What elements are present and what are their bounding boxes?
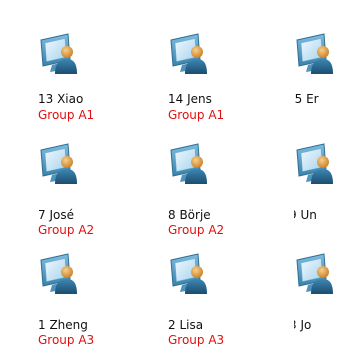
computer-row-1: 13 Xiao Group A1 14 Jens Group A1 15 Er — [0, 30, 339, 130]
computer-group: Group A3 — [168, 333, 225, 347]
computer-name: 15 Er — [294, 92, 319, 106]
computer-user-icon — [294, 140, 334, 188]
computer-group: Group A1 — [38, 108, 95, 122]
computer-user-icon — [294, 250, 334, 298]
computer-item-1-zheng[interactable]: 1 Zheng Group A3 — [38, 250, 138, 350]
computer-item-15-partial[interactable]: 15 Er — [294, 30, 339, 130]
computer-item-14-jens[interactable]: 14 Jens Group A1 — [168, 30, 268, 130]
computer-group: Group A1 — [168, 108, 225, 122]
computer-name: 3 Jo — [294, 318, 312, 332]
computer-name: 1 Zheng — [38, 318, 88, 332]
computer-name: 7 José — [38, 208, 74, 222]
computer-user-icon — [168, 30, 208, 78]
computer-name: 13 Xiao — [38, 92, 84, 106]
computer-name: 14 Jens — [168, 92, 212, 106]
computer-user-icon — [168, 140, 208, 188]
computer-name: 2 Lisa — [168, 318, 204, 332]
computer-group: Group A2 — [38, 223, 95, 237]
computer-name: 9 Un — [294, 208, 317, 222]
computer-list-view: { "colors": { "group_text": "#e01010", "… — [0, 0, 339, 352]
computer-user-icon — [38, 30, 78, 78]
computer-user-icon — [38, 140, 78, 188]
computer-item-3-partial[interactable]: 3 Jo — [294, 250, 339, 350]
computer-user-icon — [38, 250, 78, 298]
computer-row-3: 1 Zheng Group A3 2 Lisa Group A3 3 Jo — [0, 250, 339, 350]
computer-user-icon — [168, 250, 208, 298]
computer-item-9-partial[interactable]: 9 Un — [294, 140, 339, 240]
computer-user-icon — [294, 30, 334, 78]
computer-item-7-jose[interactable]: 7 José Group A2 — [38, 140, 138, 240]
computer-row-2: 7 José Group A2 8 Börje Group A2 9 Un — [0, 140, 339, 240]
computer-item-8-borje[interactable]: 8 Börje Group A2 — [168, 140, 268, 240]
computer-name: 8 Börje — [168, 208, 211, 222]
computer-group: Group A3 — [38, 333, 95, 347]
computer-group: Group A2 — [168, 223, 225, 237]
computer-item-13-xiao[interactable]: 13 Xiao Group A1 — [38, 30, 138, 130]
computer-item-2-lisa[interactable]: 2 Lisa Group A3 — [168, 250, 268, 350]
